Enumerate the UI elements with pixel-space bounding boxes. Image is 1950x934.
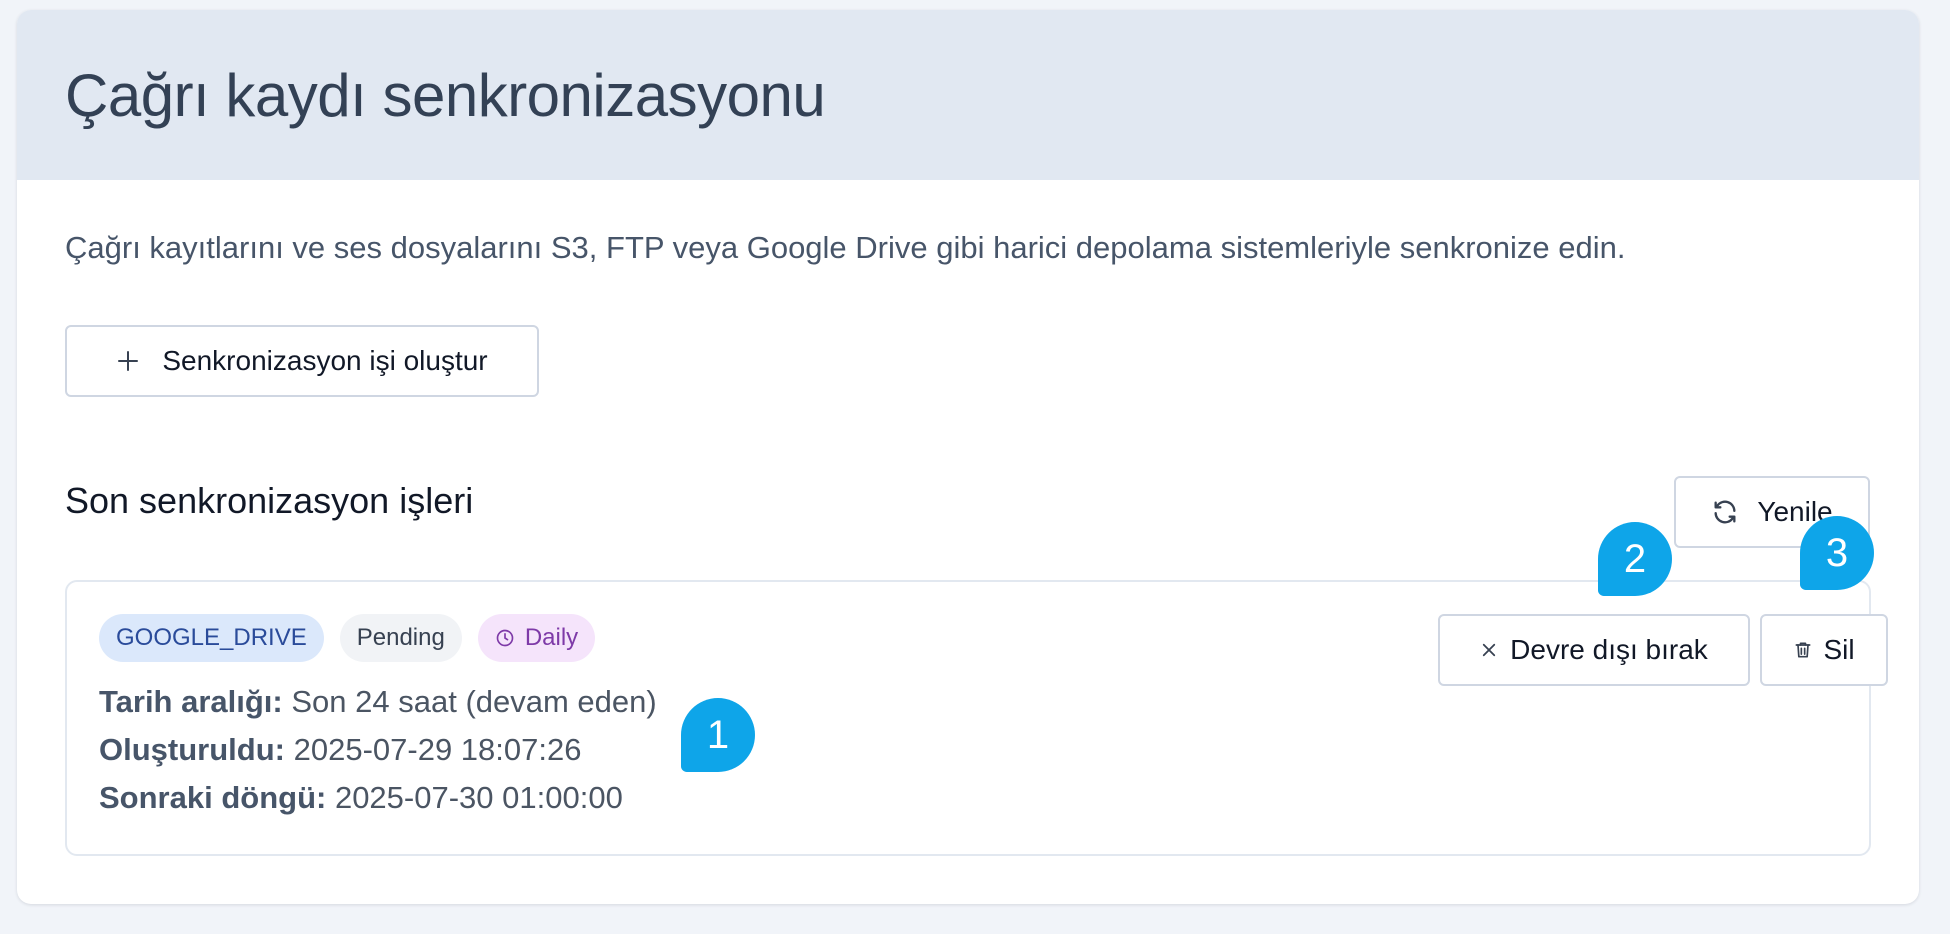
created-row: Oluşturuldu: 2025-07-29 18:07:26 (99, 726, 657, 774)
job-schedule-label: Daily (524, 624, 579, 651)
card-header: Çağrı kaydı senkronizasyonu (17, 10, 1919, 180)
created-label: Oluşturuldu: (99, 732, 285, 767)
delete-job-button[interactable]: Sil (1760, 614, 1888, 686)
callout-badge-1: 1 (681, 698, 755, 772)
trash-icon (1793, 639, 1813, 661)
page-title: Çağrı kaydı senkronizasyonu (65, 61, 826, 129)
job-status-badge: Pending (339, 614, 462, 662)
recent-jobs-title: Son senkronizasyon işleri (65, 480, 474, 521)
clock-icon (495, 628, 515, 648)
delete-job-label: Sil (1823, 634, 1855, 665)
job-details: Tarih aralığı: Son 24 saat (devam eden) … (99, 678, 657, 822)
close-icon (1480, 641, 1498, 659)
create-sync-job-label: Senkronizasyon işi oluştur (162, 345, 488, 376)
next-cycle-value: 2025-07-30 01:00:00 (334, 780, 623, 815)
plus-icon (116, 349, 140, 373)
callout-badge-3: 3 (1800, 516, 1874, 590)
disable-job-label: Devre dışı bırak (1510, 634, 1708, 665)
job-schedule-badge: Daily (477, 614, 596, 662)
page-description: Çağrı kayıtlarını ve ses dosyalarını S3,… (65, 230, 1626, 265)
date-range-row: Tarih aralığı: Son 24 saat (devam eden) (99, 678, 657, 726)
sync-job-card: GOOGLE_DRIVE Pending Daily Tarih aralığı… (65, 580, 1888, 856)
next-cycle-label: Sonraki döngü: (99, 780, 327, 815)
sync-card: Çağrı kaydı senkronizasyonu Çağrı kayıtl… (17, 10, 1919, 904)
create-sync-job-button[interactable]: Senkronizasyon işi oluştur (65, 325, 539, 397)
disable-job-button[interactable]: Devre dışı bırak (1438, 614, 1750, 686)
next-cycle-row: Sonraki döngü: 2025-07-30 01:00:00 (99, 774, 657, 822)
created-value: 2025-07-29 18:07:26 (293, 732, 582, 767)
refresh-icon (1711, 498, 1739, 526)
date-range-value: Son 24 saat (devam eden) (291, 684, 657, 719)
date-range-label: Tarih aralığı: (99, 684, 283, 719)
job-type-badge: GOOGLE_DRIVE (99, 614, 324, 662)
job-badges: GOOGLE_DRIVE Pending Daily (99, 614, 596, 662)
callout-badge-2: 2 (1598, 522, 1672, 596)
